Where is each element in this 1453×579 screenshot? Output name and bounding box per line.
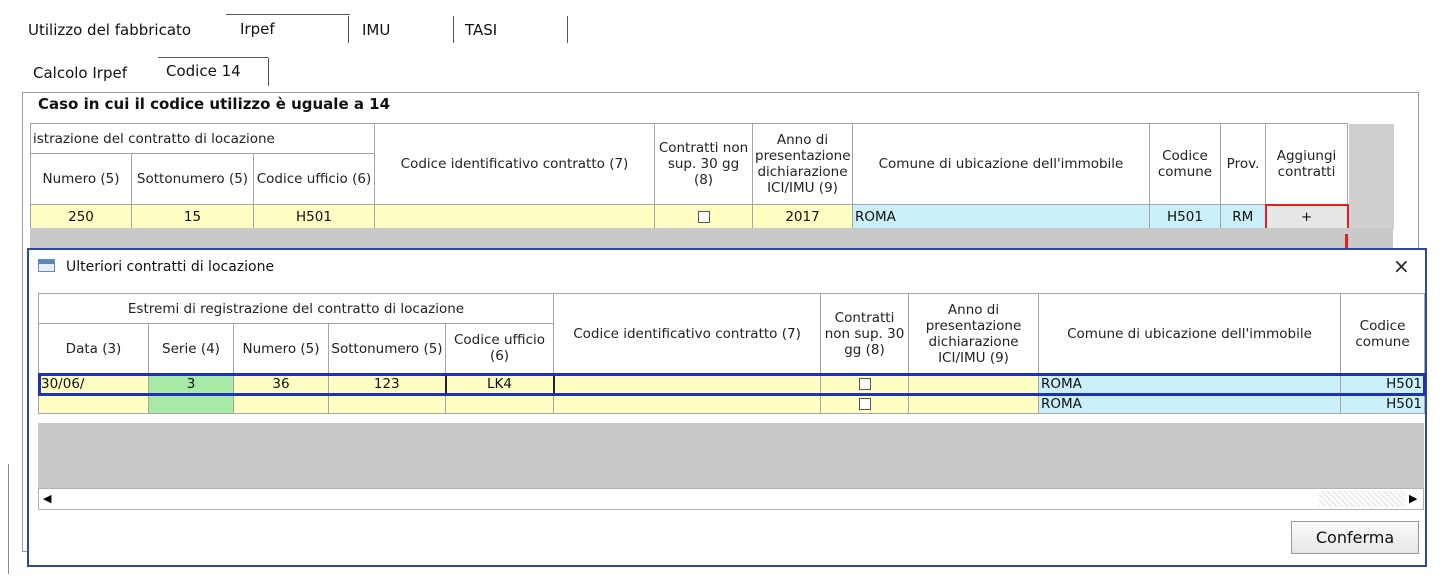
checkbox[interactable] (697, 210, 710, 223)
cell-contratti[interactable] (820, 394, 910, 414)
tab-calcolo-irpef[interactable]: Calcolo Irpef (33, 64, 127, 82)
table-row[interactable]: ROMA H501 (38, 394, 1426, 414)
header-registrazione: istrazione del contratto di locazione (30, 123, 375, 154)
tab-codice-14[interactable]: Codice 14 (166, 62, 241, 80)
header-codice-comune: Codice comune (1149, 123, 1221, 205)
cell-contratti[interactable] (820, 373, 910, 395)
cell-anno[interactable] (908, 394, 1040, 414)
close-icon[interactable]: × (1393, 254, 1410, 278)
dialog-header-numero: Numero (5) (233, 323, 329, 374)
cell-codice-ufficio[interactable] (444, 394, 555, 414)
scroll-left-icon[interactable]: ◀ (43, 492, 51, 505)
aggiungi-contratti-button[interactable]: + (1264, 203, 1349, 230)
cell-prov: RM (1220, 204, 1266, 229)
horizontal-scrollbar[interactable]: ◀ ▶ (38, 488, 1424, 510)
dialog-header-codice-comune: Codice comune (1340, 293, 1426, 374)
dialog-header-comune: Comune di ubicazione dell'immobile (1038, 293, 1342, 374)
checkbox[interactable] (858, 378, 871, 390)
header-comune: Comune di ubicazione dell'immobile (852, 123, 1150, 205)
tab-irpef[interactable]: Irpef (240, 20, 275, 38)
header-aggiungi: Aggiungi contratti (1265, 123, 1348, 205)
panel-legend: Caso in cui il codice utilizzo è uguale … (34, 95, 395, 113)
tab-divider (567, 16, 568, 43)
cell-numero[interactable]: 250 (30, 204, 132, 229)
cell-comune[interactable]: ROMA (1038, 394, 1342, 414)
header-prov: Prov. (1220, 123, 1266, 205)
cell-anno[interactable]: 2017 (752, 204, 853, 229)
cell-serie[interactable]: 3 (148, 373, 234, 395)
table-icon (38, 259, 55, 272)
cell-comune[interactable]: ROMA (852, 204, 1150, 229)
tab-border (226, 14, 350, 15)
dialog-header-anno: Anno di presentazione dichiarazione ICI/… (908, 293, 1040, 374)
table-row[interactable]: 30/06/ 3 36 123 LK4 ROMA H501 (37, 372, 1426, 396)
dialog-header-serie: Serie (4) (148, 323, 234, 374)
dialog-header-data: Data (3) (38, 323, 149, 374)
cell-sottonumero[interactable]: 123 (328, 373, 446, 395)
header-numero: Numero (5) (30, 153, 132, 205)
cell-codice-id[interactable] (374, 204, 655, 229)
dialog-title: Ulteriori contratti di locazione (66, 259, 275, 275)
tab-divider (348, 16, 349, 43)
cell-serie[interactable] (148, 394, 234, 414)
tab-divider (268, 58, 269, 86)
dialog-contracts-table: Estremi di registrazione del contratto d… (37, 293, 1426, 414)
tab-group-label: Utilizzo del fabbricato (28, 21, 192, 39)
cell-contratti[interactable] (654, 204, 753, 229)
cell-comune[interactable]: ROMA (1038, 373, 1342, 395)
cell-codice-ufficio[interactable]: LK4 (444, 372, 555, 396)
header-contratti: Contratti non sup. 30 gg (8) (654, 123, 753, 205)
header-anno: Anno di presentazione dichiarazione ICI/… (752, 123, 853, 205)
header-sottonumero: Sottonumero (5) (131, 153, 254, 205)
cell-codice-comune: H501 (1340, 373, 1426, 395)
cell-sottonumero[interactable] (328, 394, 446, 414)
checkbox[interactable] (858, 398, 871, 410)
main-contracts-table: istrazione del contratto di locazione Co… (30, 123, 1394, 230)
dialog-header-sottonumero: Sottonumero (5) (328, 323, 446, 374)
dialog-header-codice-ufficio: Codice ufficio (6) (444, 323, 555, 374)
scroll-right-icon[interactable]: ▶ (1409, 492, 1417, 505)
main-table-empty-area (30, 228, 1393, 248)
cell-codice-id[interactable] (553, 373, 822, 395)
cell-numero[interactable]: 36 (233, 373, 329, 395)
dialog-header-registrazione: Estremi di registrazione del contratto d… (37, 293, 555, 324)
header-codice-id: Codice identificativo contratto (7) (374, 123, 655, 205)
cell-codice-id[interactable] (553, 394, 822, 414)
cell-codice-ufficio[interactable]: H501 (253, 204, 375, 229)
dialog-header-codice-id: Codice identificativo contratto (7) (553, 293, 822, 374)
tab-divider (453, 16, 454, 43)
tab-imu[interactable]: IMU (362, 21, 390, 39)
outer-border (8, 464, 9, 574)
dialog-empty-area (38, 423, 1424, 489)
tab-border (158, 57, 268, 58)
dialog-header-contratti: Contratti non sup. 30 gg (8) (820, 293, 910, 374)
cell-data[interactable] (38, 394, 149, 414)
cell-sottonumero[interactable]: 15 (131, 204, 254, 229)
vertical-scrollbar[interactable] (1347, 123, 1394, 229)
conferma-button[interactable]: Conferma (1291, 521, 1419, 554)
cell-anno[interactable] (908, 373, 1040, 395)
cell-codice-comune: H501 (1340, 394, 1426, 414)
cell-data[interactable]: 30/06/ (38, 373, 149, 395)
header-codice-ufficio: Codice ufficio (6) (253, 153, 375, 205)
cell-codice-comune: H501 (1149, 204, 1221, 229)
tab-tasi[interactable]: TASI (465, 21, 497, 39)
scroll-thumb[interactable] (1319, 491, 1405, 507)
cell-numero[interactable] (233, 394, 329, 414)
